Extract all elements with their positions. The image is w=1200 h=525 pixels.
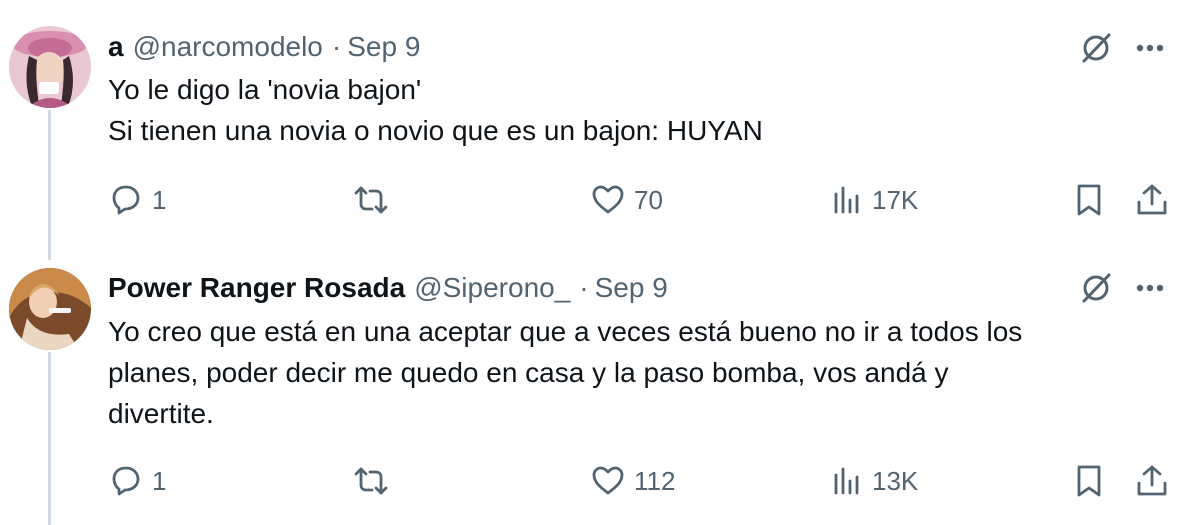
more-icon[interactable] bbox=[1132, 270, 1168, 306]
share-button[interactable] bbox=[1134, 180, 1170, 220]
views-button[interactable]: 13K bbox=[830, 461, 918, 501]
reply-count: 1 bbox=[152, 465, 167, 496]
tweet-header: a @narcomodelo · Sep 9 bbox=[108, 27, 420, 67]
user-handle[interactable]: @Siperono_ bbox=[414, 272, 570, 304]
reply-icon bbox=[108, 463, 144, 499]
retweet-icon bbox=[352, 463, 390, 499]
tweet-text: Yo le digo la 'novia bajon' Si tienen un… bbox=[108, 74, 763, 146]
bookmark-icon bbox=[1072, 463, 1106, 499]
like-count: 112 bbox=[634, 465, 676, 496]
share-button[interactable] bbox=[1134, 461, 1170, 501]
like-button[interactable]: 70 bbox=[590, 180, 663, 220]
avatar[interactable] bbox=[9, 26, 91, 108]
display-name[interactable]: a bbox=[108, 31, 124, 63]
views-count: 13K bbox=[872, 465, 919, 496]
tweet-date[interactable]: Sep 9 bbox=[347, 31, 420, 63]
tweet-text: Yo creo que está en una aceptar que a ve… bbox=[108, 316, 1023, 429]
reply-button[interactable]: 1 bbox=[108, 461, 166, 501]
views-icon bbox=[830, 463, 864, 499]
separator-dot: · bbox=[579, 272, 589, 303]
like-icon bbox=[590, 182, 626, 218]
views-icon bbox=[830, 182, 864, 218]
views-button[interactable]: 17K bbox=[830, 180, 918, 220]
avatar[interactable] bbox=[9, 268, 91, 350]
reply-button[interactable]: 1 bbox=[108, 180, 166, 220]
grok-icon[interactable] bbox=[1076, 28, 1116, 68]
tweet-date[interactable]: Sep 9 bbox=[595, 272, 668, 304]
grok-icon[interactable] bbox=[1076, 268, 1116, 308]
retweet-button[interactable] bbox=[352, 461, 390, 501]
views-count: 17K bbox=[872, 184, 919, 215]
separator-dot: · bbox=[331, 31, 342, 62]
reply-count: 1 bbox=[152, 184, 167, 215]
like-count: 70 bbox=[634, 184, 663, 215]
user-handle[interactable]: @narcomodelo bbox=[133, 31, 323, 63]
tweet[interactable]: a @narcomodelo · Sep 9 Yo le digo la 'no… bbox=[0, 0, 1200, 262]
like-icon bbox=[590, 463, 626, 499]
reply-icon bbox=[108, 182, 144, 218]
tweet-header: Power Ranger Rosada @Siperono_ · Sep 9 bbox=[108, 268, 668, 308]
share-icon bbox=[1134, 463, 1170, 499]
retweet-button[interactable] bbox=[352, 180, 390, 220]
display-name[interactable]: Power Ranger Rosada bbox=[108, 272, 405, 304]
tweet[interactable]: Power Ranger Rosada @Siperono_ · Sep 9 Y… bbox=[0, 262, 1200, 525]
like-button[interactable]: 112 bbox=[590, 461, 675, 501]
bookmark-button[interactable] bbox=[1072, 180, 1106, 220]
share-icon bbox=[1134, 182, 1170, 218]
bookmark-button[interactable] bbox=[1072, 461, 1106, 501]
more-icon[interactable] bbox=[1132, 30, 1168, 66]
retweet-icon bbox=[352, 182, 390, 218]
bookmark-icon bbox=[1072, 182, 1106, 218]
